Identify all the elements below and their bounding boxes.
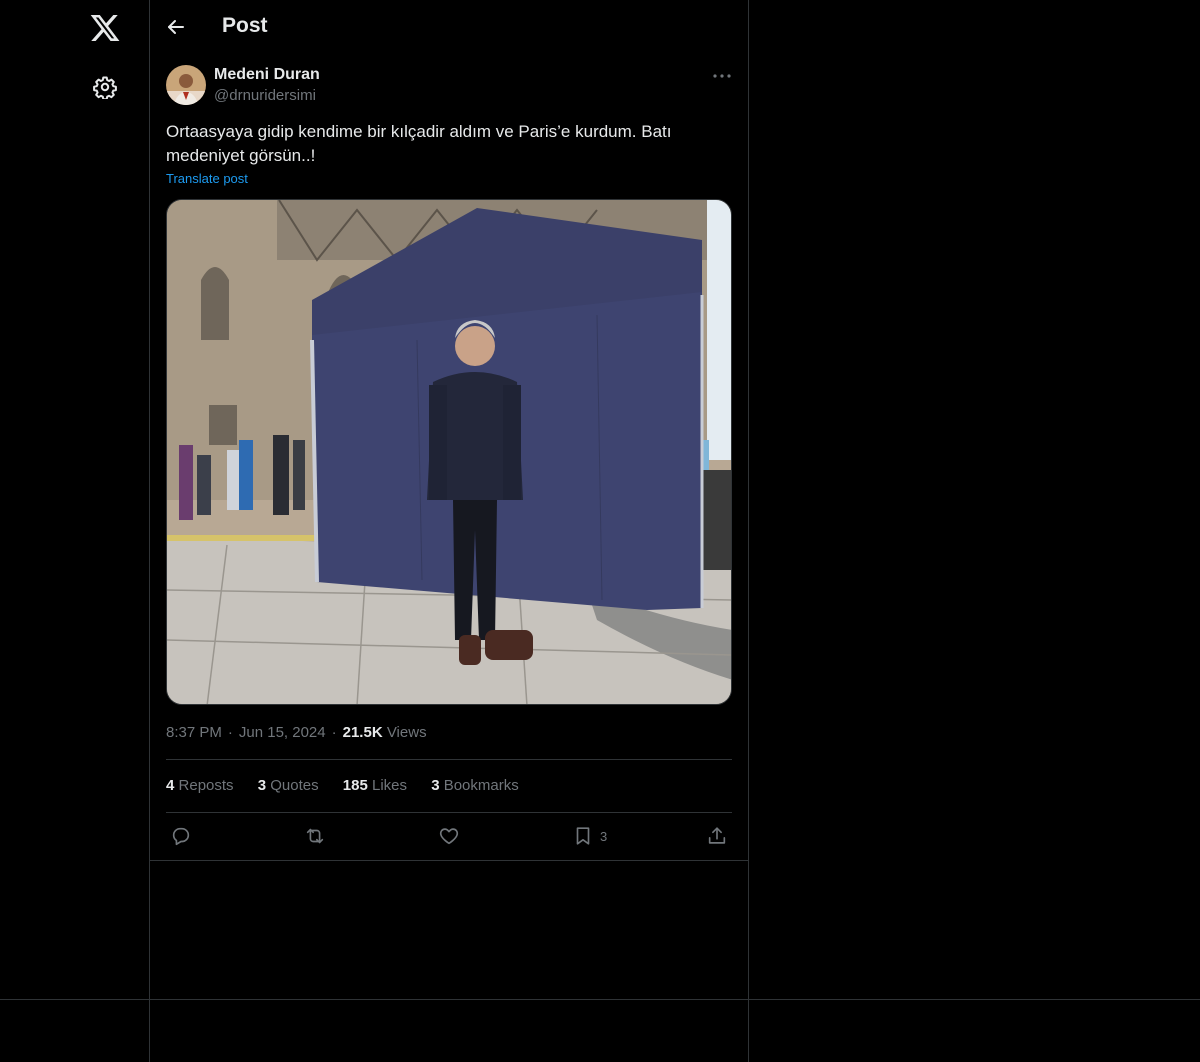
right-column-divider bbox=[748, 0, 749, 1062]
reposts-label: Reposts bbox=[178, 777, 234, 794]
like-button[interactable] bbox=[438, 825, 460, 847]
author-handle[interactable]: @drnuridersimi bbox=[214, 87, 316, 104]
back-arrow-icon[interactable] bbox=[164, 15, 188, 39]
heart-icon bbox=[439, 828, 459, 845]
bookmark-icon bbox=[576, 827, 590, 845]
post-bottom-divider bbox=[150, 860, 748, 861]
post-stats: 4 Reposts 3 Quotes 185 Likes 3 Bookmarks bbox=[166, 777, 539, 794]
post-time[interactable]: 8:37 PM bbox=[166, 724, 222, 741]
share-button[interactable] bbox=[706, 825, 728, 847]
views-label: Views bbox=[386, 724, 427, 741]
bookmarks-stat[interactable]: 3 Bookmarks bbox=[431, 777, 519, 794]
page-title: Post bbox=[222, 14, 268, 37]
bookmark-count: 3 bbox=[600, 828, 608, 844]
repost-button[interactable] bbox=[304, 825, 326, 847]
bookmark-button[interactable]: 3 bbox=[572, 825, 607, 847]
author-name[interactable]: Medeni Duran bbox=[214, 66, 320, 84]
translate-post-link[interactable]: Translate post bbox=[166, 171, 248, 186]
stats-divider bbox=[166, 812, 732, 813]
likes-count: 185 bbox=[342, 777, 368, 794]
bookmarks-count: 3 bbox=[431, 777, 440, 794]
quotes-count: 3 bbox=[257, 777, 267, 794]
bookmarks-label: Bookmarks bbox=[443, 777, 519, 794]
post-meta: 8:37 PM · Jun 15, 2024 · 21.5K Views bbox=[166, 724, 427, 741]
gear-icon[interactable] bbox=[93, 75, 117, 101]
share-icon bbox=[708, 827, 726, 844]
quotes-stat[interactable]: 3 Quotes bbox=[258, 777, 319, 794]
post-text: Ortaasyaya gidip kendime bir kılçadir al… bbox=[166, 122, 672, 165]
reposts-count: 4 bbox=[166, 777, 175, 794]
post-date[interactable]: Jun 15, 2024 bbox=[239, 724, 326, 741]
reply-icon bbox=[172, 827, 190, 846]
reposts-stat[interactable]: 4 Reposts bbox=[166, 777, 234, 794]
x-logo-icon[interactable] bbox=[89, 12, 121, 44]
post-photo[interactable] bbox=[166, 199, 732, 705]
reply-button[interactable] bbox=[170, 825, 192, 847]
repost-icon bbox=[306, 828, 324, 844]
views-count: 21.5K bbox=[342, 724, 383, 741]
quotes-label: Quotes bbox=[270, 777, 319, 794]
likes-stat[interactable]: 185 Likes bbox=[343, 777, 407, 794]
page-bottom-divider bbox=[0, 999, 1200, 1000]
left-column-divider bbox=[149, 0, 150, 1062]
meta-divider bbox=[166, 759, 732, 760]
more-options-icon[interactable] bbox=[710, 64, 734, 88]
avatar[interactable] bbox=[166, 65, 206, 105]
likes-label: Likes bbox=[371, 777, 408, 794]
